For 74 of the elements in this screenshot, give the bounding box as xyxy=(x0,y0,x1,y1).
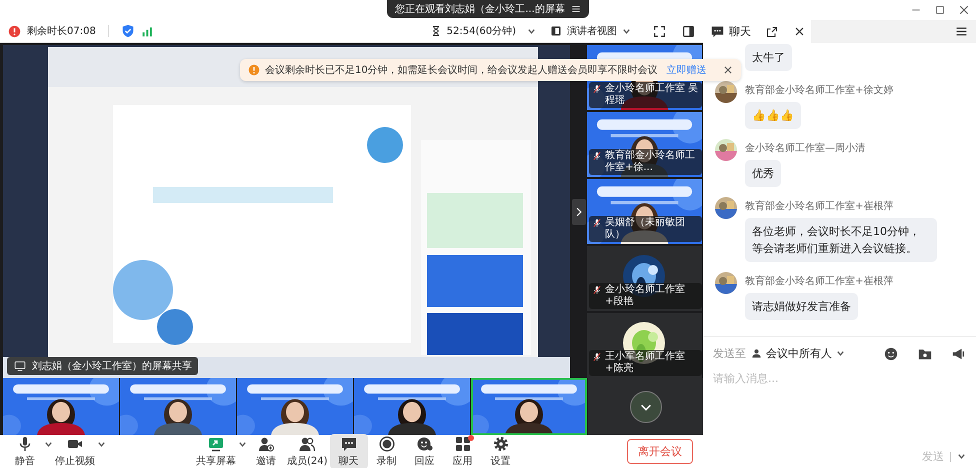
warning-icon xyxy=(248,64,260,76)
message-bubble: 各位老师，会议时长不足10分钟，等会请老师们重新进入会议链接。 xyxy=(745,218,937,262)
collapse-button[interactable] xyxy=(630,390,662,422)
chat-bubble-icon xyxy=(711,25,724,38)
participant-name: 吴姻舒（未丽敏团队） xyxy=(605,217,686,241)
layout-icon xyxy=(550,25,562,37)
close-icon[interactable] xyxy=(794,26,805,37)
time-warning-text: 会议剩余时长已不足10分钟，如需延长会议时间，给会议发起人赠送会员即享不限时会议 xyxy=(265,64,658,77)
microphone-icon xyxy=(592,217,602,229)
pop-out-icon[interactable] xyxy=(766,26,778,38)
participant-name: 金小玲名师工作室 吴程瑶 xyxy=(605,83,699,107)
microphone-icon xyxy=(17,436,33,452)
signal-icon xyxy=(140,24,154,38)
participant-name: 金小玲名师工作室+段艳 xyxy=(605,284,686,308)
megaphone-icon[interactable] xyxy=(952,346,966,360)
sender-name: 教育部金小玲名师工作室+崔根萍 xyxy=(745,274,894,288)
record-button[interactable]: 录制 xyxy=(368,434,406,468)
record-icon xyxy=(378,436,395,452)
microphone-icon xyxy=(592,351,602,363)
participant-name: 教育部金小玲名师工作室+徐... xyxy=(605,150,696,174)
chat-button[interactable]: 聊天 xyxy=(330,434,368,468)
recipient-dropdown[interactable]: 会议中所有人 xyxy=(751,346,845,361)
caret-icon[interactable] xyxy=(957,452,966,461)
message-bubble: 太牛了 xyxy=(745,44,792,72)
microphone-icon xyxy=(592,83,602,95)
invite-button[interactable]: 邀请 xyxy=(247,434,285,468)
apps-button[interactable]: 应用 xyxy=(444,434,482,468)
chat-bubble-icon xyxy=(340,436,357,452)
shield-icon[interactable] xyxy=(120,24,135,38)
mute-button[interactable]: 静音 xyxy=(6,434,44,468)
caret-icon xyxy=(527,26,536,36)
members-button[interactable]: 成员(24) xyxy=(285,434,330,468)
menu-icon[interactable] xyxy=(570,4,581,14)
chat-title: 聊天 xyxy=(729,24,751,39)
microphone-icon xyxy=(592,150,602,162)
caret-icon[interactable] xyxy=(97,440,106,449)
people-icon xyxy=(299,436,316,452)
share-screen-button[interactable]: 共享屏幕 xyxy=(194,434,238,468)
folder-icon[interactable] xyxy=(918,346,932,360)
message-bubble: 优秀 xyxy=(745,160,781,188)
emoji-icon[interactable] xyxy=(884,346,898,360)
view-mode-dropdown[interactable]: 演讲者视图 xyxy=(550,24,631,38)
grid-icon xyxy=(454,436,471,452)
close-icon[interactable] xyxy=(722,65,733,75)
next-page-button[interactable] xyxy=(572,198,586,224)
sender-name: 教育部金小玲名师工作室+徐文婷 xyxy=(745,84,894,98)
viewing-label: 您正在观看刘志娟（金小玲工...的屏幕 xyxy=(395,2,565,16)
close-icon[interactable] xyxy=(958,4,970,16)
caret-icon[interactable] xyxy=(238,440,247,449)
settings-button[interactable]: 设置 xyxy=(482,434,520,468)
sender-name: 教育部金小玲名师工作室+崔根萍 xyxy=(745,200,894,214)
message-bubble: 请志娟做好发言准备 xyxy=(745,293,858,320)
sharer-name: 刘志娟（金小玲工作室）的屏幕共享 xyxy=(32,360,192,373)
react-button[interactable]: 回应 xyxy=(406,434,444,468)
participant-name: 王小军名师工作室+陈亮 xyxy=(605,351,686,375)
leave-meeting-button[interactable]: 离开会议 xyxy=(627,439,693,464)
maximize-icon[interactable] xyxy=(934,4,946,16)
remaining-time: 剩余时长07:08 xyxy=(27,24,96,38)
split-view-icon[interactable] xyxy=(682,24,695,38)
send-to-label: 发送至 xyxy=(713,346,746,361)
caret-icon[interactable] xyxy=(44,440,53,449)
menu-icon[interactable] xyxy=(955,25,968,38)
screen-share-icon xyxy=(13,360,27,372)
alert-icon xyxy=(8,24,21,38)
caret-icon xyxy=(622,26,631,36)
sender-name: 金小玲名师工作室—周小清 xyxy=(745,142,866,156)
microphone-icon xyxy=(592,284,602,296)
fullscreen-icon[interactable] xyxy=(653,24,666,38)
duration-dropdown[interactable]: 52:54(60分钟) xyxy=(430,24,536,38)
gift-link[interactable]: 立即赠送 xyxy=(666,63,707,77)
message-bubble: 👍👍👍 xyxy=(745,102,801,130)
stop-video-button[interactable]: 停止视频 xyxy=(53,434,97,468)
caret-icon xyxy=(836,349,845,358)
person-icon xyxy=(751,348,762,359)
